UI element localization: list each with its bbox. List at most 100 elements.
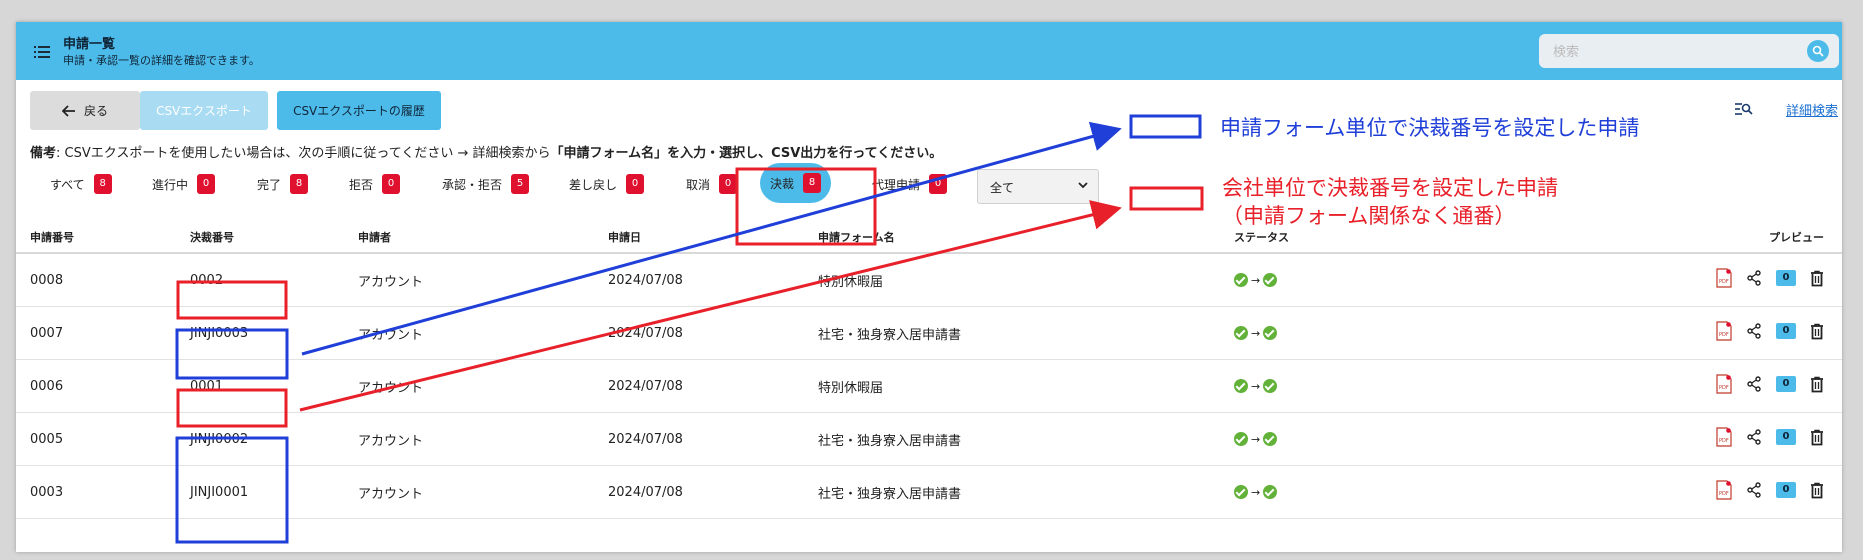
advanced-search-icon <box>1735 103 1753 115</box>
status-flow: → <box>1234 253 1684 307</box>
column-header[interactable]: 決裁番号 <box>190 222 358 254</box>
advanced-search-link[interactable]: 詳細検索 <box>1786 100 1838 119</box>
status-select[interactable]: 全て <box>977 169 1099 204</box>
trash-icon[interactable] <box>1810 376 1824 393</box>
trash-icon[interactable] <box>1810 429 1824 446</box>
csv-export-history-button[interactable]: CSVエクスポートの履歴 <box>277 91 441 130</box>
applicant: アカウント <box>358 412 608 466</box>
form-name: 特別休暇届 <box>818 359 1234 413</box>
filter-count-badge: 5 <box>511 174 530 194</box>
trash-icon[interactable] <box>1810 270 1824 287</box>
filter-label: 進行中 <box>152 177 189 192</box>
applicant: アカウント <box>358 253 608 307</box>
comment-count-badge[interactable]: 0 <box>1776 376 1796 392</box>
svg-text:PDF: PDF <box>1719 385 1729 391</box>
check-circle-icon <box>1263 326 1278 340</box>
share-icon[interactable] <box>1746 429 1762 445</box>
comment-count-badge[interactable]: 0 <box>1776 482 1796 498</box>
pdf-icon[interactable]: PDF <box>1716 268 1732 288</box>
filter-count-badge: 0 <box>197 174 216 194</box>
status-select-value: 全て <box>990 181 1015 195</box>
table-row[interactable]: 0005 JINJI0002 アカウント 2024/07/08 社宅・独身寮入居申請書 →… <box>16 412 1842 466</box>
filter-approve-reject[interactable]: 承認・拒否 5 <box>442 171 530 197</box>
page-header: 申請一覧 申請・承認一覧の詳細を確認できます。 <box>16 22 1842 80</box>
application-number: 0005 <box>16 412 190 466</box>
application-number: 0003 <box>16 465 190 519</box>
application-date: 2024/07/08 <box>608 253 818 307</box>
application-number: 0008 <box>16 253 190 307</box>
table-row[interactable]: 0007 JINJI0003 アカウント 2024/07/08 社宅・独身寮入居申請書 →… <box>16 306 1842 360</box>
status-flow: → <box>1234 306 1684 360</box>
check-circle-icon <box>1234 485 1248 499</box>
column-header[interactable]: 申請番号 <box>16 222 190 254</box>
pdf-icon[interactable]: PDF <box>1716 321 1732 341</box>
filter-count-badge: 0 <box>382 174 401 194</box>
table-row[interactable]: 0008 0002 アカウント 2024/07/08 特別休暇届 → PDF 0 <box>16 253 1842 307</box>
trash-icon[interactable] <box>1810 323 1824 340</box>
filter-label: 完了 <box>257 177 282 192</box>
filter-cancelled[interactable]: 取消 0 <box>686 171 738 197</box>
decision-number: JINJI0002 <box>190 412 358 466</box>
pdf-icon[interactable]: PDF <box>1716 374 1732 394</box>
check-circle-icon <box>1263 432 1278 446</box>
filter-returned[interactable]: 差し戻し 0 <box>569 171 645 197</box>
check-circle-icon <box>1263 273 1278 287</box>
filter-all[interactable]: すべて 8 <box>50 171 112 197</box>
filter-label: 差し戻し <box>569 177 618 192</box>
filter-count-badge: 0 <box>929 174 948 194</box>
decision-number: 0002 <box>190 253 358 307</box>
search-box <box>1539 34 1839 70</box>
search-input[interactable] <box>1539 34 1805 70</box>
column-header[interactable]: 申請日 <box>608 222 818 254</box>
back-button[interactable]: 戻る <box>30 91 140 130</box>
arrow-right-icon: → <box>1251 432 1261 446</box>
row-actions: PDF 0 <box>1684 253 1842 307</box>
comment-count-badge[interactable]: 0 <box>1776 270 1796 286</box>
column-header[interactable]: 申請フォーム名 <box>818 222 1234 254</box>
filter-count-badge: 0 <box>719 174 738 194</box>
filter-completed[interactable]: 完了 8 <box>257 171 309 197</box>
table-row[interactable]: 0003 JINJI0001 アカウント 2024/07/08 社宅・独身寮入居申請書 →… <box>16 465 1842 519</box>
check-circle-icon <box>1234 379 1248 393</box>
filter-label: 取消 <box>686 177 711 192</box>
page-title: 申請一覧 <box>63 37 116 52</box>
comment-count-badge[interactable]: 0 <box>1776 429 1796 445</box>
application-number: 0006 <box>16 359 190 413</box>
csv-export-button[interactable]: CSVエクスポート <box>140 91 268 130</box>
filter-rejected[interactable]: 拒否 0 <box>349 171 401 197</box>
filter-label: 決裁 <box>770 176 795 191</box>
share-icon[interactable] <box>1746 323 1762 339</box>
filter-count-badge: 8 <box>803 173 822 193</box>
row-actions: PDF 0 <box>1684 412 1842 466</box>
pdf-icon[interactable]: PDF <box>1716 480 1732 500</box>
column-header[interactable]: 申請者 <box>358 222 608 254</box>
filter-in-progress[interactable]: 進行中 0 <box>152 171 216 197</box>
trash-icon[interactable] <box>1810 482 1824 499</box>
comment-count-badge[interactable]: 0 <box>1776 323 1796 339</box>
form-name: 特別休暇届 <box>818 253 1234 307</box>
pdf-icon[interactable]: PDF <box>1716 427 1732 447</box>
share-icon[interactable] <box>1746 270 1762 286</box>
svg-text:PDF: PDF <box>1719 438 1729 444</box>
share-icon[interactable] <box>1746 376 1762 392</box>
check-circle-icon <box>1234 432 1248 446</box>
table-row[interactable]: 0006 0001 アカウント 2024/07/08 特別休暇届 → PDF 0 <box>16 359 1842 413</box>
check-circle-icon <box>1263 379 1278 393</box>
filter-decision[interactable]: 決裁 8 <box>760 163 832 203</box>
annotation-blue-label: 申請フォーム単位で決裁番号を設定した申請 <box>1220 116 1640 140</box>
share-icon[interactable] <box>1746 482 1762 498</box>
search-button[interactable] <box>1807 40 1829 62</box>
note-strong-text: 「申請フォーム名」を入力・選択し、CSV出力を行ってください。 <box>550 146 943 161</box>
application-date: 2024/07/08 <box>608 412 818 466</box>
arrow-right-icon: → <box>1251 326 1261 340</box>
application-date: 2024/07/08 <box>608 306 818 360</box>
status-flow: → <box>1234 412 1684 466</box>
note-text: : CSVエクスポートを使用したい場合は、次の手順に従ってください → 詳細検索… <box>56 146 551 161</box>
annotation-red-label-1: 会社単位で決裁番号を設定した申請 <box>1222 176 1558 200</box>
filter-proxy[interactable]: 代理申請 0 <box>872 171 948 197</box>
check-circle-icon <box>1234 273 1248 287</box>
search-icon <box>1812 45 1824 57</box>
check-circle-icon <box>1234 326 1248 340</box>
note-prefix: 備考 <box>30 146 57 161</box>
arrow-right-icon: → <box>1251 485 1261 499</box>
